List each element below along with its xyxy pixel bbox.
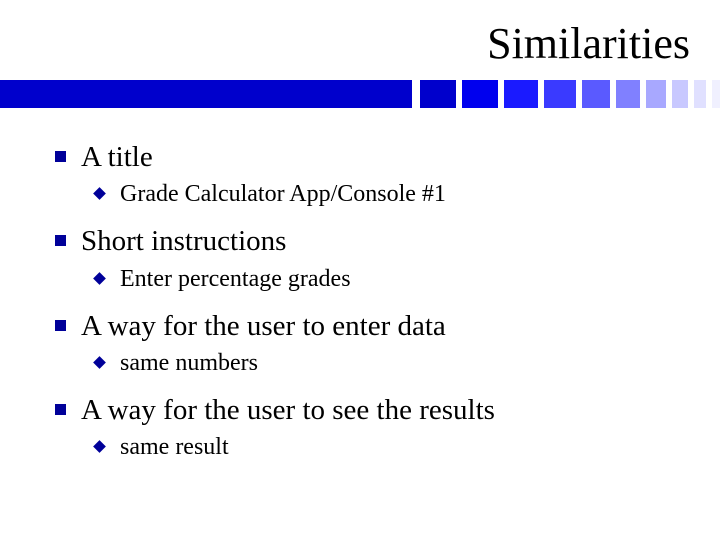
square-bullet-icon xyxy=(55,151,66,162)
list-item-label: Grade Calculator App/Console #1 xyxy=(120,179,446,209)
list-item-label: A way for the user to enter data xyxy=(81,308,446,344)
diamond-bullet-icon xyxy=(93,187,106,200)
list-item-label: Short instructions xyxy=(81,223,286,259)
list-item: same numbers xyxy=(93,348,675,378)
list-item: A title xyxy=(55,139,675,175)
decor-bar-segments xyxy=(420,80,720,108)
diamond-bullet-icon xyxy=(93,272,106,285)
list-item-label: A title xyxy=(81,139,153,175)
decor-bar-main xyxy=(0,80,412,108)
decor-segment xyxy=(694,80,706,108)
diamond-bullet-icon xyxy=(93,440,106,453)
square-bullet-icon xyxy=(55,320,66,331)
decor-segment xyxy=(462,80,498,108)
decor-segment xyxy=(544,80,576,108)
list-item: same result xyxy=(93,432,675,462)
decor-bar-gap xyxy=(412,80,420,108)
list-item: Grade Calculator App/Console #1 xyxy=(93,179,675,209)
diamond-bullet-icon xyxy=(93,356,106,369)
list-item: Enter percentage grades xyxy=(93,264,675,294)
decor-segment xyxy=(646,80,666,108)
list-item-label: Enter percentage grades xyxy=(120,264,351,294)
decor-segment xyxy=(504,80,538,108)
square-bullet-icon xyxy=(55,404,66,415)
decor-segment xyxy=(672,80,688,108)
square-bullet-icon xyxy=(55,235,66,246)
list-item: Short instructions xyxy=(55,223,675,259)
slide-body: A title Grade Calculator App/Console #1 … xyxy=(55,135,675,476)
list-item-label: same numbers xyxy=(120,348,258,378)
slide-title: Similarities xyxy=(487,18,690,69)
list-item: A way for the user to see the results xyxy=(55,392,675,428)
list-item: A way for the user to enter data xyxy=(55,308,675,344)
decor-segment xyxy=(616,80,640,108)
decor-segment xyxy=(582,80,610,108)
decor-bar xyxy=(0,80,720,108)
list-item-label: A way for the user to see the results xyxy=(81,392,495,428)
decor-segment xyxy=(712,80,720,108)
decor-segment xyxy=(420,80,456,108)
list-item-label: same result xyxy=(120,432,229,462)
